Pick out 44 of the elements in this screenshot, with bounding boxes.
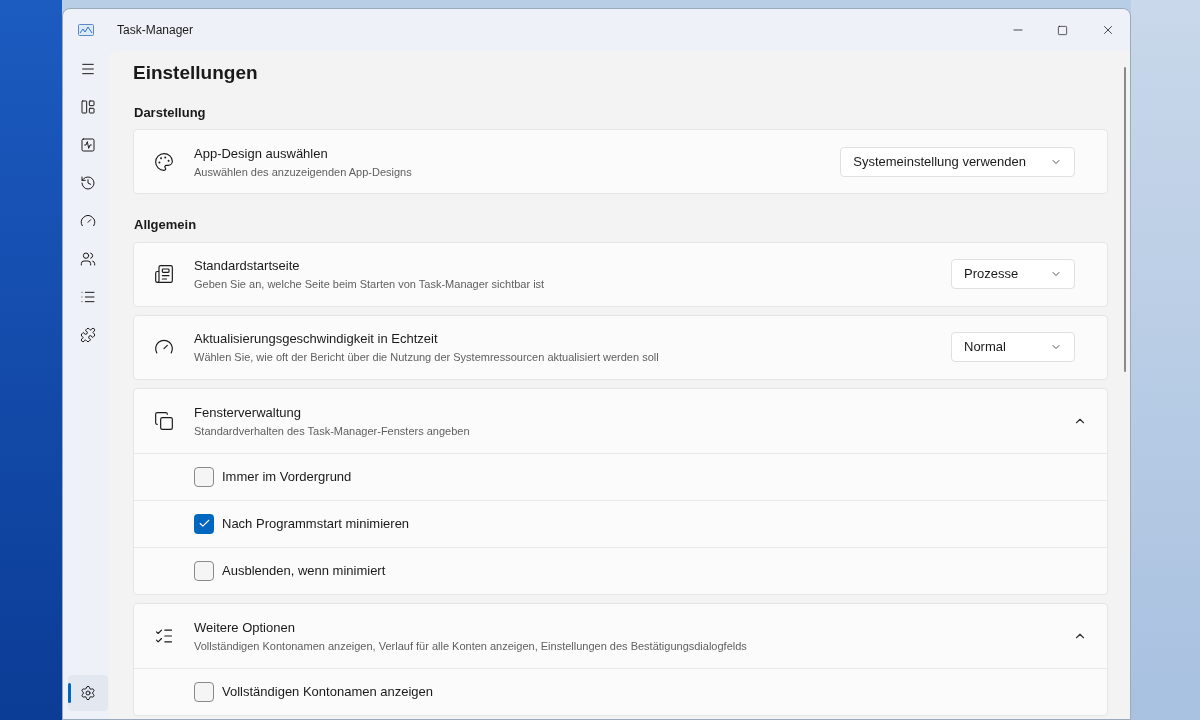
setting-title: Aktualisierungsgeschwindigkeit in Echtzeit (194, 330, 439, 348)
grid-icon (80, 99, 96, 115)
windows-icon (154, 410, 174, 431)
list-icon (80, 289, 96, 305)
setting-title: Fensterverwaltung (194, 403, 302, 422)
checkbox-option[interactable]: Nach Programmstart minimieren (194, 513, 410, 534)
checkbox-option[interactable]: Vollständigen Kontonamen anzeigen (194, 681, 434, 702)
checkbox-option[interactable]: Immer im Vordergrund (194, 466, 352, 487)
setting-description: Geben Sie an, welche Seite beim Starten von Task-Manager sichtbar ist (194, 277, 545, 292)
puzzle-icon (80, 327, 96, 343)
gauge-icon (80, 213, 96, 229)
dropdown[interactable]: Prozesse (951, 259, 1075, 289)
checkbox-option[interactable]: Ausblenden, wenn minimiert (194, 560, 386, 581)
activity-icon (80, 137, 96, 153)
expander-header[interactable]: Weitere Optionen Vollständigen Kontonamen anzeigen, Verlauf für alle Konten anzeigen, Einstellungen des Bestätigungsdialogfelds (134, 603, 1107, 668)
page-title: Einstellungen (133, 61, 259, 85)
app-logo-icon (78, 24, 94, 36)
history-icon (80, 175, 96, 191)
dropdown[interactable]: Normal (951, 332, 1075, 362)
dropdown[interactable]: Systemeinstellung verwenden (840, 146, 1075, 177)
nav-item[interactable] (68, 675, 108, 711)
palette-icon (154, 151, 174, 172)
expander-header[interactable]: Fensterverwaltung Standardverhalten des Task-Manager-Fensters angeben (134, 388, 1107, 453)
check-icon (197, 517, 211, 530)
setting-description: Wählen Sie, wie oft der Bericht über die Nutzung der Systemressourcen aktualisiert werden soll (194, 350, 659, 365)
checkbox[interactable] (194, 466, 214, 487)
page-icon (154, 264, 174, 284)
setting-description: Vollständigen Kontonamen anzeigen, Verlauf für alle Konten anzeigen, Einstellungen des Bestätigungsdialogfelds (194, 638, 747, 654)
settings-icon (80, 685, 96, 701)
section-heading: Darstellung (134, 103, 207, 122)
checkbox[interactable] (194, 560, 214, 581)
setting-title: App-Design auswählen (194, 144, 329, 163)
setting-title: Standardstartseite (194, 257, 301, 275)
setting-title: Weitere Optionen (194, 618, 296, 637)
section-heading: Allgemein (134, 216, 198, 234)
users-icon (80, 251, 96, 267)
checkbox[interactable] (194, 681, 214, 702)
setting-description: Standardverhalten des Task-Manager-Fensters angeben (194, 423, 470, 439)
window-title: Task-Manager (117, 22, 194, 39)
checkbox[interactable] (194, 513, 214, 534)
menu-icon (80, 61, 96, 77)
selection-indicator (68, 683, 71, 703)
setting-description: Auswählen des anzuzeigenden App-Designs (194, 164, 412, 180)
maximize-icon (1057, 24, 1068, 36)
